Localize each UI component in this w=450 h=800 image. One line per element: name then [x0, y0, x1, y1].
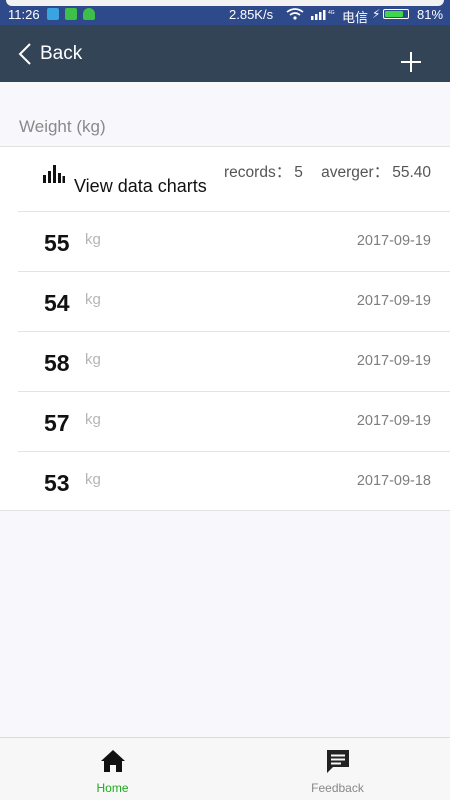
weight-entry[interactable]: 57 kg 2017-09-19 — [18, 392, 450, 452]
weight-unit: kg — [85, 351, 101, 368]
wifi-icon — [286, 8, 304, 20]
battery-icon — [383, 9, 409, 19]
weight-unit: kg — [85, 231, 101, 248]
chevron-left-icon — [18, 43, 31, 65]
battery-fill — [385, 11, 403, 17]
status-time: 11:26 — [8, 7, 40, 22]
weight-list: View data charts records： 5 averger： 55.40… — [0, 146, 450, 511]
network-speed: 2.85K/s — [229, 7, 274, 22]
home-icon — [101, 750, 125, 772]
bottom-navigation: Home Feedback — [0, 737, 450, 800]
weight-unit: kg — [85, 471, 101, 488]
signal-icon: 4G — [311, 10, 335, 20]
sim-icon — [65, 8, 77, 20]
back-label: Back — [40, 43, 83, 64]
entry-date: 2017-09-19 — [356, 233, 431, 249]
weight-entry[interactable]: 58 kg 2017-09-19 — [18, 332, 450, 392]
section-title: Weight (kg) — [19, 117, 106, 136]
battery-percent: 81% — [417, 7, 444, 22]
feedback-icon — [327, 750, 349, 773]
weight-value: 57 — [44, 410, 70, 436]
view-data-charts-row[interactable]: View data charts records： 5 averger： 55.40 — [18, 147, 450, 212]
nav-home[interactable]: Home — [0, 738, 225, 800]
app-header: Back — [0, 25, 450, 82]
notification-icons — [47, 8, 95, 20]
status-bar: 11:26 2.85K/s 4G 电信 ⚡ 81% — [0, 0, 450, 25]
average-value: 55.40 — [392, 164, 431, 181]
entry-date: 2017-09-18 — [356, 473, 431, 489]
notification-edge — [6, 0, 444, 6]
weight-unit: kg — [85, 291, 101, 308]
records-count: 5 — [294, 164, 303, 181]
bar-chart-icon — [43, 165, 65, 183]
weight-value: 58 — [44, 350, 70, 376]
usb-icon — [47, 8, 59, 20]
entry-date: 2017-09-19 — [356, 353, 431, 369]
summary-stats: records： 5 averger： 55.40 — [224, 160, 431, 182]
carrier-name: 电信 — [342, 10, 369, 25]
weight-entry[interactable]: 55 kg 2017-09-19 — [18, 212, 450, 272]
nav-home-label: Home — [96, 781, 129, 795]
nav-feedback-label: Feedback — [311, 781, 364, 795]
android-icon — [83, 8, 95, 20]
back-button[interactable]: Back — [18, 39, 82, 69]
nav-feedback[interactable]: Feedback — [225, 738, 450, 800]
weight-entry[interactable]: 53 kg 2017-09-18 — [18, 452, 450, 512]
weight-value: 53 — [44, 470, 70, 496]
view-data-charts-label: View data charts — [74, 176, 207, 196]
weight-unit: kg — [85, 411, 101, 428]
network-type: 4G — [328, 10, 335, 16]
entry-date: 2017-09-19 — [356, 413, 431, 429]
entry-date: 2017-09-19 — [356, 293, 431, 309]
charging-icon: ⚡ — [372, 7, 381, 21]
weight-value: 55 — [44, 230, 70, 256]
weight-entry[interactable]: 54 kg 2017-09-19 — [18, 272, 450, 332]
average-label: averger： — [321, 164, 390, 181]
add-icon[interactable] — [398, 49, 424, 75]
records-label: records： — [224, 164, 292, 181]
weight-value: 54 — [44, 290, 70, 316]
